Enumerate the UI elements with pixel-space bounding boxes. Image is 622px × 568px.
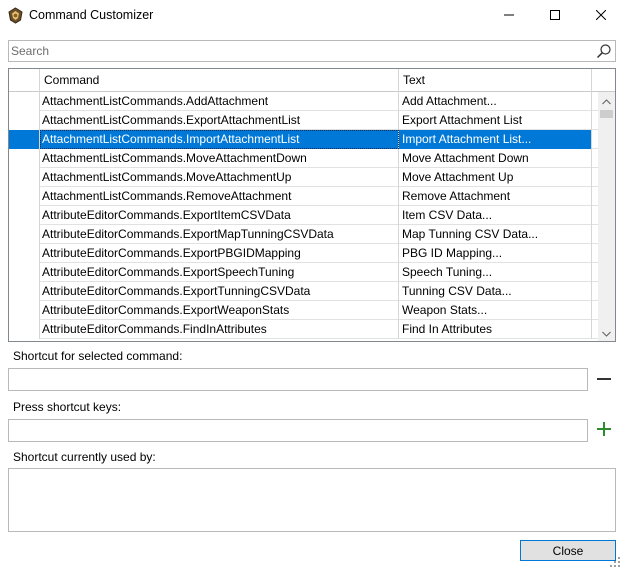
add-shortcut-button[interactable] <box>595 421 613 439</box>
command-cell[interactable]: AttributeEditorCommands.ExportSpeechTuni… <box>40 263 399 282</box>
table-row[interactable]: AttributeEditorCommands.ExportTunningCSV… <box>9 282 598 301</box>
app-badge-icon <box>7 7 24 24</box>
row-header-column[interactable] <box>9 69 40 92</box>
command-cell[interactable]: AttachmentListCommands.MoveAttachmentDow… <box>40 149 399 168</box>
row-header[interactable] <box>9 320 40 339</box>
minus-icon <box>597 372 611 389</box>
search-input[interactable] <box>11 43 591 59</box>
search-icon[interactable] <box>596 43 612 59</box>
row-header[interactable] <box>9 244 40 263</box>
close-window-button[interactable] <box>578 0 622 32</box>
text-cell[interactable]: Map Tunning CSV Data... <box>399 225 592 244</box>
maximize-button[interactable] <box>532 0 578 32</box>
table-row[interactable]: AttributeEditorCommands.ExportWeaponStat… <box>9 301 598 320</box>
table-row[interactable]: AttachmentListCommands.MoveAttachmentUp M… <box>9 168 598 187</box>
command-cell[interactable]: AttachmentListCommands.ImportAttachmentL… <box>40 130 399 149</box>
row-header[interactable] <box>9 225 40 244</box>
text-cell[interactable]: Add Attachment... <box>399 92 592 111</box>
command-cell[interactable]: AttributeEditorCommands.ExportWeaponStat… <box>40 301 399 320</box>
text-cell[interactable]: Weapon Stats... <box>399 301 592 320</box>
table-row[interactable]: AttributeEditorCommands.ExportItemCSVDat… <box>9 206 598 225</box>
text-cell[interactable]: Remove Attachment <box>399 187 592 206</box>
text-cell[interactable]: Item CSV Data... <box>399 206 592 225</box>
row-header[interactable] <box>9 282 40 301</box>
row-header[interactable] <box>9 301 40 320</box>
scroll-thumb[interactable] <box>600 110 613 118</box>
grid-header: Command Text <box>9 69 615 92</box>
command-cell[interactable]: AttributeEditorCommands.ExportItemCSVDat… <box>40 206 399 225</box>
table-row[interactable]: AttachmentListCommands.MoveAttachmentDow… <box>9 149 598 168</box>
text-cell[interactable]: Move Attachment Up <box>399 168 592 187</box>
maximize-icon <box>550 9 560 23</box>
press-shortcut-input[interactable] <box>9 420 587 441</box>
title-bar[interactable]: Command Customizer <box>0 0 622 32</box>
text-cell[interactable]: Find In Attributes <box>399 320 592 339</box>
command-cell[interactable]: AttributeEditorCommands.ExportTunningCSV… <box>40 282 399 301</box>
row-header[interactable] <box>9 149 40 168</box>
close-button[interactable]: Close <box>520 540 616 561</box>
window-title: Command Customizer <box>29 8 154 22</box>
command-grid[interactable]: Command Text AttachmentListCommands.AddA… <box>8 68 616 342</box>
text-cell[interactable]: Move Attachment Down <box>399 149 592 168</box>
table-row[interactable]: AttachmentListCommands.AddAttachment Add … <box>9 92 598 111</box>
scroll-down-button[interactable] <box>598 324 615 341</box>
column-header-command[interactable]: Command <box>40 69 399 92</box>
command-cell[interactable]: AttributeEditorCommands.ExportPBGIDMappi… <box>40 244 399 263</box>
used-by-list[interactable] <box>8 468 616 532</box>
grid-rows: AttachmentListCommands.AddAttachment Add … <box>9 92 598 339</box>
command-cell[interactable]: AttributeEditorCommands.ExportMapTunning… <box>40 225 399 244</box>
text-cell[interactable]: Tunning CSV Data... <box>399 282 592 301</box>
plus-icon <box>597 421 611 439</box>
vertical-scrollbar[interactable] <box>598 92 615 341</box>
selected-shortcut-field <box>8 368 588 391</box>
table-row[interactable]: AttachmentListCommands.ImportAttachmentL… <box>9 130 598 149</box>
search-box <box>8 40 616 62</box>
table-row[interactable]: AttributeEditorCommands.ExportMapTunning… <box>9 225 598 244</box>
command-cell[interactable]: AttributeEditorCommands.FindInAttributes <box>40 320 399 339</box>
row-header[interactable] <box>9 92 40 111</box>
table-row[interactable]: AttachmentListCommands.RemoveAttachment R… <box>9 187 598 206</box>
remove-shortcut-button[interactable] <box>595 372 613 388</box>
command-cell[interactable]: AttachmentListCommands.RemoveAttachment <box>40 187 399 206</box>
minimize-icon <box>504 9 514 23</box>
row-header[interactable] <box>9 187 40 206</box>
text-cell[interactable]: Export Attachment List <box>399 111 592 130</box>
selected-shortcut-label: Shortcut for selected command: <box>13 349 183 363</box>
command-cell[interactable]: AttachmentListCommands.ExportAttachmentL… <box>40 111 399 130</box>
table-row[interactable]: AttributeEditorCommands.ExportPBGIDMappi… <box>9 244 598 263</box>
row-header[interactable] <box>9 111 40 130</box>
column-header-text[interactable]: Text <box>399 69 592 92</box>
text-cell[interactable]: Speech Tuning... <box>399 263 592 282</box>
row-header[interactable] <box>9 168 40 187</box>
table-row[interactable]: AttachmentListCommands.ExportAttachmentL… <box>9 111 598 130</box>
used-by-label: Shortcut currently used by: <box>13 450 156 464</box>
row-header[interactable] <box>9 130 40 149</box>
table-row[interactable]: AttributeEditorCommands.FindInAttributes… <box>9 320 598 339</box>
chevron-down-icon <box>602 326 611 340</box>
scroll-up-button[interactable] <box>598 92 615 109</box>
press-shortcut-label: Press shortcut keys: <box>13 400 122 414</box>
close-icon <box>595 9 607 23</box>
row-header[interactable] <box>9 206 40 225</box>
command-cell[interactable]: AttachmentListCommands.AddAttachment <box>40 92 399 111</box>
resize-grip-icon[interactable] <box>610 556 620 567</box>
table-row[interactable]: AttributeEditorCommands.ExportSpeechTuni… <box>9 263 598 282</box>
selected-shortcut-input[interactable] <box>9 369 587 390</box>
text-cell[interactable]: Import Attachment List... <box>399 130 592 149</box>
row-header[interactable] <box>9 263 40 282</box>
chevron-up-icon <box>602 94 611 108</box>
minimize-button[interactable] <box>486 0 532 32</box>
command-cell[interactable]: AttachmentListCommands.MoveAttachmentUp <box>40 168 399 187</box>
press-shortcut-field <box>8 419 588 442</box>
text-cell[interactable]: PBG ID Mapping... <box>399 244 592 263</box>
